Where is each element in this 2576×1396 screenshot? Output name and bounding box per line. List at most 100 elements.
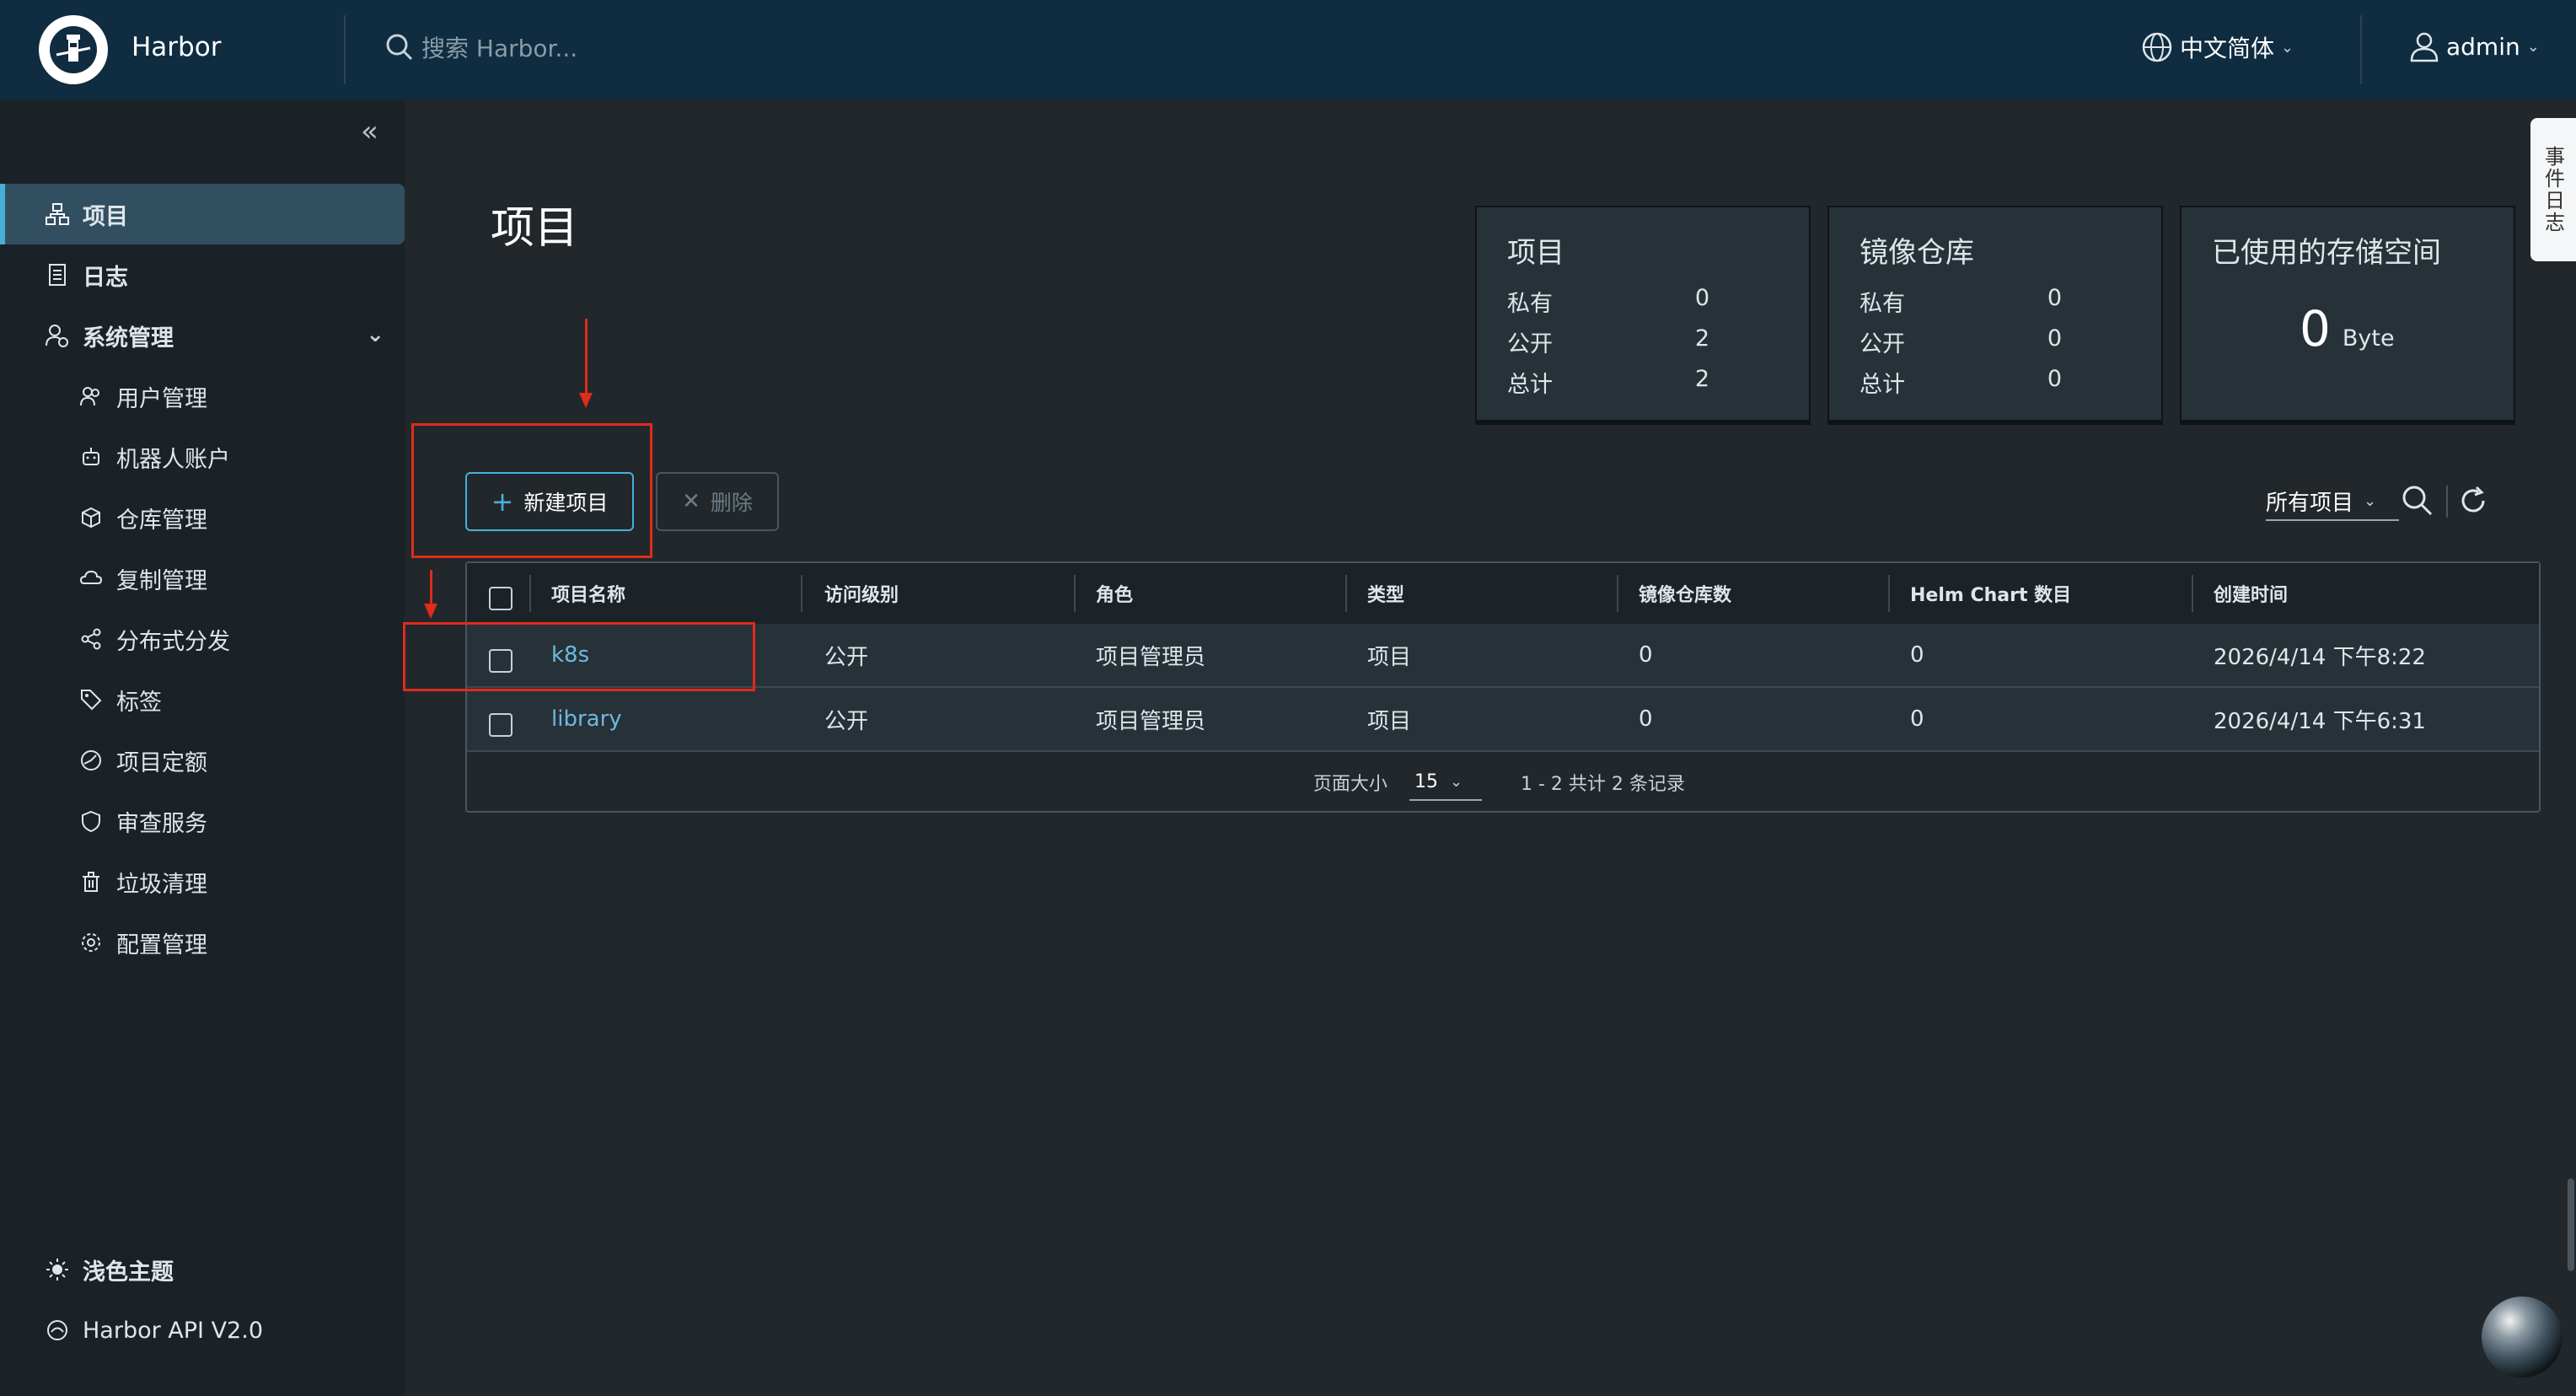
creation-time-cell: 2026/4/14 下午6:31 (2214, 708, 2426, 734)
sidebar-item-label: 配置管理 (116, 932, 207, 958)
sidebar-item-garbage-collection[interactable]: 垃圾清理 (0, 851, 405, 912)
gear-icon (74, 926, 108, 959)
column-separator (1074, 575, 1076, 612)
sidebar: « 项目 日志 系统管理 ⌄ 用户管理 机器人账户 仓库管理 复制管理 分布式分… (0, 99, 405, 1396)
delete-button[interactable]: ✕ 删除 (656, 472, 779, 531)
repo-count-cell: 0 (1639, 642, 1653, 668)
page-size-value: 15 (1414, 770, 1438, 792)
stat-value: 2 (1694, 366, 1709, 392)
filter-value: 所有项目 (2266, 490, 2354, 516)
harbor-logo-icon[interactable] (39, 15, 108, 84)
column-header-access-level[interactable]: 访问级别 (824, 563, 899, 624)
annotation-arrowhead (424, 604, 437, 619)
page-size-select[interactable]: 15 ⌄ (1409, 764, 1482, 801)
column-header-repo-count[interactable]: 镜像仓库数 (1639, 563, 1731, 624)
sidebar-item-logs[interactable]: 日志 (0, 244, 405, 305)
select-all-checkbox[interactable] (489, 587, 513, 610)
username: admin (2446, 32, 2520, 61)
chevron-down-icon: ⌄ (366, 322, 384, 347)
stat-row: 私有 0 (1507, 285, 1709, 318)
column-separator (801, 575, 802, 612)
sidebar-item-users[interactable]: 用户管理 (0, 366, 405, 427)
annotation-box-new-project (411, 423, 652, 558)
harbor-api-link[interactable]: Harbor API V2.0 (0, 1300, 405, 1361)
side-tab-label: 事件日志 (2541, 146, 2565, 234)
sidebar-item-robot-accounts[interactable]: 机器人账户 (0, 427, 405, 487)
stat-value: 0 (2047, 366, 2062, 392)
storage-number: 0 (2300, 300, 2331, 357)
stat-card-title: 镜像仓库 (1860, 236, 1974, 270)
stat-row: 总计 2 (1507, 366, 1709, 399)
column-header-creation-time[interactable]: 创建时间 (2214, 563, 2288, 624)
type-cell: 项目 (1367, 708, 1412, 734)
annotation-arrow (585, 319, 588, 396)
search-input[interactable]: 搜索 Harbor... (421, 30, 577, 64)
collapse-sidebar-icon[interactable]: « (361, 115, 378, 148)
replication-icon (74, 561, 108, 595)
global-search[interactable]: 搜索 Harbor... (384, 30, 577, 64)
stat-value: 0 (2047, 285, 2062, 311)
sidebar-item-distributions[interactable]: 分布式分发 (0, 609, 405, 669)
column-header-helm-chart-count[interactable]: Helm Chart 数目 (1910, 563, 2071, 624)
app-title[interactable]: Harbor (131, 32, 221, 62)
projects-table: 项目名称 访问级别 角色 类型 镜像仓库数 Helm Chart 数目 创建时间… (465, 561, 2541, 813)
row-checkbox[interactable] (489, 713, 513, 737)
table-row[interactable]: library 公开 项目管理员 项目 0 0 2026/4/14 下午6:31 (467, 688, 2539, 752)
creation-time-cell: 2026/4/14 下午8:22 (2214, 644, 2426, 670)
chevron-down-icon: ⌄ (2281, 38, 2294, 56)
user-icon (2410, 32, 2439, 62)
theme-toggle[interactable]: 浅色主题 (0, 1239, 405, 1300)
project-filter-select[interactable]: 所有项目 ⌄ (2266, 482, 2399, 521)
language-selector[interactable]: 中文简体 ⌄ (2141, 30, 2294, 64)
column-header-role[interactable]: 角色 (1096, 563, 1133, 624)
stat-card-title: 已使用的存储空间 (2212, 236, 2441, 270)
refresh-icon[interactable] (2456, 484, 2490, 518)
sidebar-item-registries[interactable]: 仓库管理 (0, 487, 405, 548)
projects-stat-card: 项目 私有 0 公开 2 总计 2 (1475, 206, 1811, 421)
stat-value: 0 (2047, 325, 2062, 352)
stat-label: 私有 (1507, 291, 1553, 317)
column-separator (1617, 575, 1618, 612)
sidebar-item-projects[interactable]: 项目 (0, 184, 405, 244)
shield-icon (74, 804, 108, 838)
user-menu[interactable]: admin ⌄ (2409, 30, 2540, 62)
column-header-type[interactable]: 类型 (1367, 563, 1404, 624)
scrollbar[interactable] (2568, 1179, 2574, 1271)
sidebar-item-quotas[interactable]: 项目定额 (0, 730, 405, 791)
column-header-name[interactable]: 项目名称 (551, 563, 625, 624)
projects-icon (40, 197, 74, 231)
annotation-box-k8s-row (403, 622, 755, 691)
sidebar-item-configuration[interactable]: 配置管理 (0, 912, 405, 973)
page-size-label: 页面大小 (1313, 774, 1388, 795)
tag-icon (74, 683, 108, 717)
api-icon (40, 1313, 74, 1347)
project-name-link[interactable]: library (551, 688, 622, 750)
column-separator (1345, 575, 1347, 612)
stat-row: 总计 0 (1860, 366, 2062, 399)
event-log-side-tab[interactable]: 事件日志 (2530, 118, 2576, 261)
role-cell: 项目管理员 (1096, 708, 1206, 734)
sidebar-item-label: 复制管理 (116, 567, 207, 594)
globe-icon (2142, 32, 2172, 62)
table-header: 项目名称 访问级别 角色 类型 镜像仓库数 Helm Chart 数目 创建时间 (467, 563, 2539, 626)
assistant-orb-icon[interactable] (2482, 1297, 2563, 1377)
access-level-cell: 公开 (824, 708, 869, 734)
helm-chart-count-cell: 0 (1910, 706, 1924, 732)
stat-label: 私有 (1860, 291, 1905, 317)
sidebar-item-system-admin[interactable]: 系统管理 ⌄ (0, 305, 405, 366)
stat-label: 总计 (1507, 372, 1553, 398)
stat-label: 总计 (1860, 372, 1905, 398)
sidebar-item-interrogation-services[interactable]: 审查服务 (0, 791, 405, 851)
sidebar-item-labels[interactable]: 标签 (0, 669, 405, 730)
storage-stat-card: 已使用的存储空间 0 Byte (2180, 206, 2515, 421)
tool-divider (2446, 486, 2448, 518)
sidebar-item-replications[interactable]: 复制管理 (0, 548, 405, 609)
storage-value: 0 Byte (2300, 300, 2395, 357)
registry-icon (74, 501, 108, 534)
stat-row: 公开 0 (1860, 325, 2062, 358)
trash-icon (74, 865, 108, 899)
search-icon[interactable] (2401, 484, 2434, 518)
stat-value: 0 (1694, 285, 1709, 311)
share-icon (74, 622, 108, 656)
table-row[interactable]: k8s 公开 项目管理员 项目 0 0 2026/4/14 下午8:22 (467, 624, 2539, 688)
